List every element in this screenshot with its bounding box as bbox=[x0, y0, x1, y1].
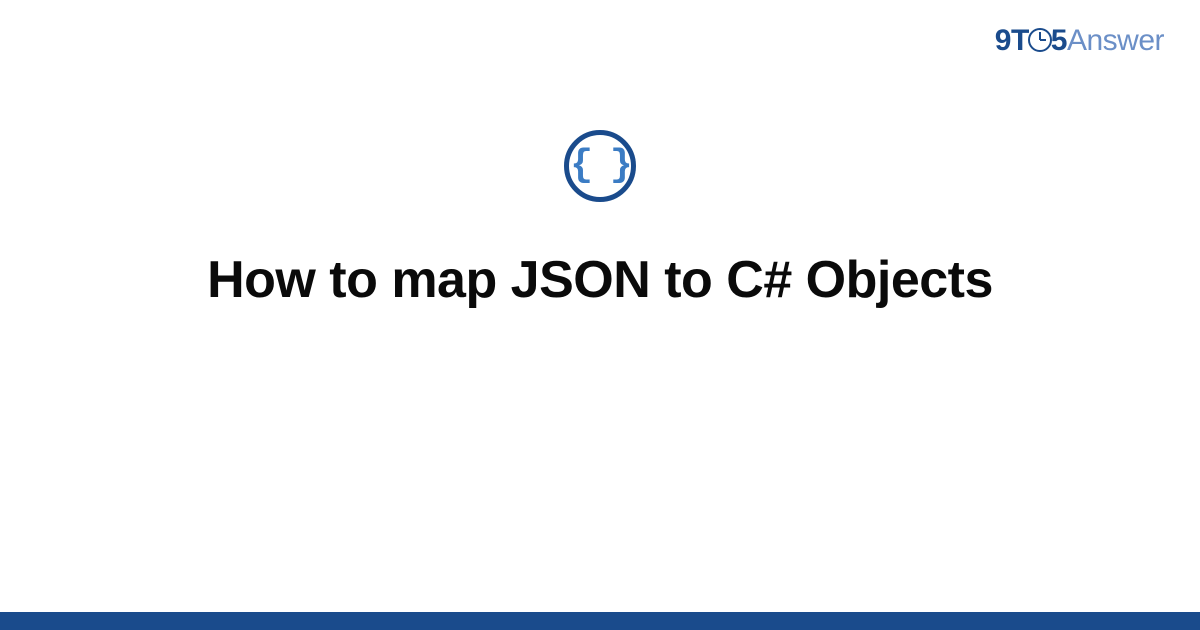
page-title: How to map JSON to C# Objects bbox=[207, 250, 993, 310]
main-content: { } How to map JSON to C# Objects bbox=[0, 0, 1200, 630]
braces-icon: { } bbox=[570, 147, 629, 185]
json-icon-circle: { } bbox=[564, 130, 636, 202]
footer-bar bbox=[0, 612, 1200, 630]
